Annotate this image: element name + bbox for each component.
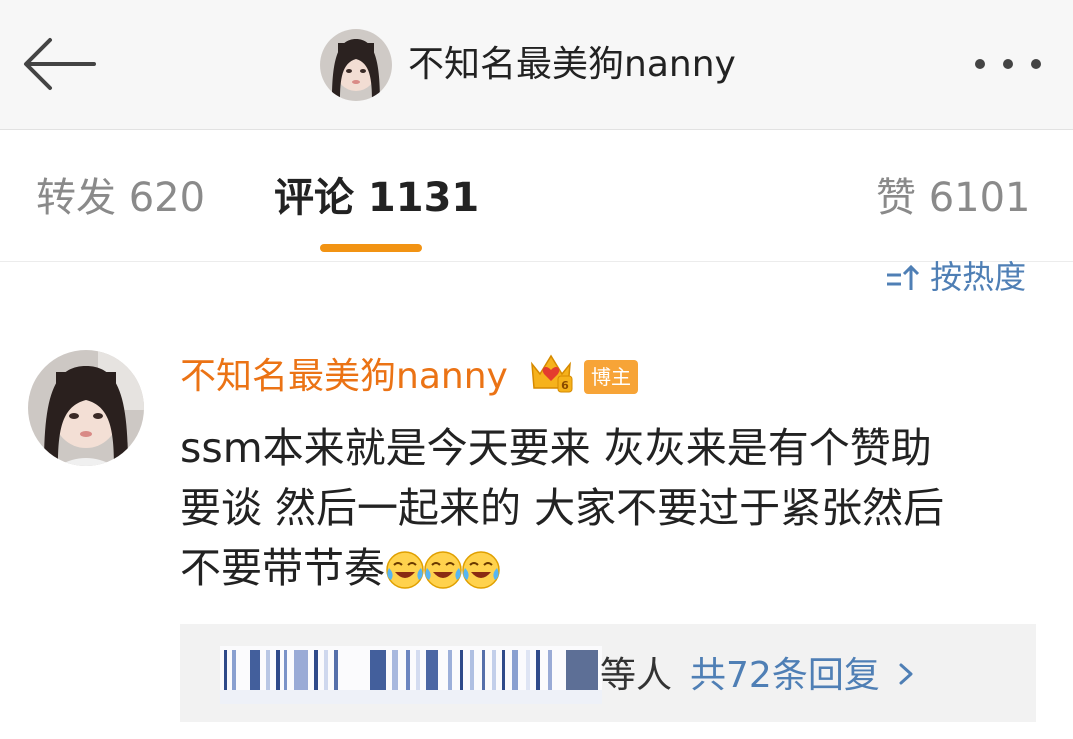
author-host-badge: 博主 [584,360,638,394]
svg-text:6: 6 [561,379,569,392]
arrow-left-icon[interactable] [20,34,100,94]
more-dots-icon[interactable] [966,46,1050,82]
chevron-right-icon [899,663,913,685]
laugh-cry-emoji-icon [462,551,500,589]
redacted-names [220,646,602,704]
tab-comment[interactable]: 评论 1131 [274,170,479,226]
comment-author-name[interactable]: 不知名最美狗nanny [180,352,508,402]
reply-others-label: 等人 [600,655,673,696]
laugh-cry-emoji-icon [424,551,462,589]
tab-like[interactable]: 赞 6101 [876,170,1031,226]
comment-line: ssm本来就是今天要来 灰灰来是有个赞助 [180,424,932,472]
header-avatar[interactable] [320,29,392,101]
comment-line: 不要带节奏 [180,538,1040,598]
reply-summary[interactable]: 等人 共72条回复 [180,624,1036,722]
tab-repost[interactable]: 转发 620 [36,170,205,226]
sort-by-hot-button[interactable]: 按热度 [884,256,1026,298]
comment-line: 要谈 然后一起来的 大家不要过于紧张然后 [180,484,945,532]
active-tab-indicator [320,244,422,252]
reply-summary-text[interactable]: 等人 共72条回复 [600,652,916,700]
crown-vip-icon: 6 [531,354,573,393]
sort-arrows-icon [887,264,920,290]
comment-avatar[interactable] [28,350,144,466]
top-bar: 不知名最美狗nanny [0,0,1073,130]
header-title: 不知名最美狗nanny [408,44,736,85]
sort-label: 按热度 [930,258,1027,296]
tab-bar: 转发 620 评论 1131 赞 6101 [0,130,1073,262]
comment-text: ssm本来就是今天要来 灰灰来是有个赞助 要谈 然后一起来的 大家不要过于紧张然… [180,418,1040,598]
reply-total-link[interactable]: 共72条回复 [690,655,880,696]
laugh-cry-emoji-icon [386,551,424,589]
